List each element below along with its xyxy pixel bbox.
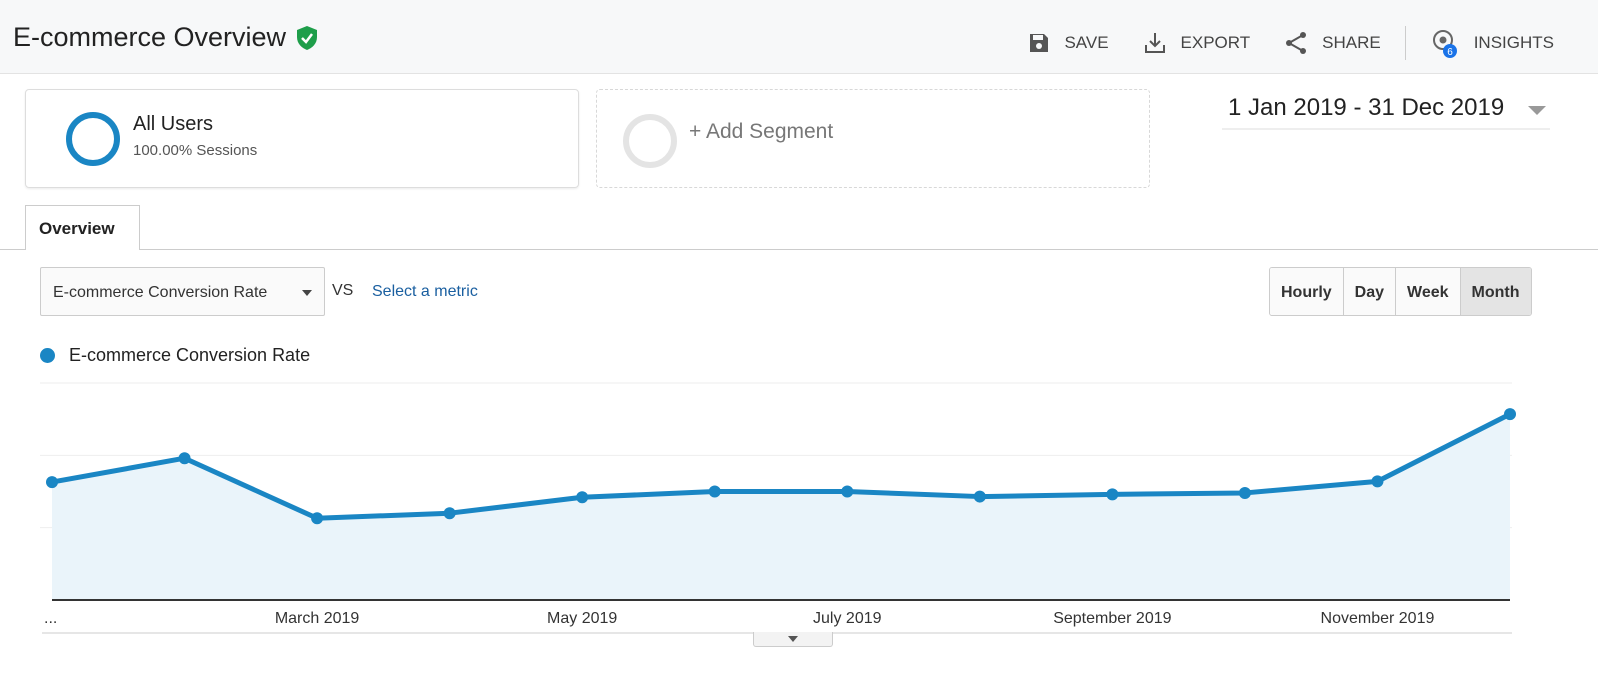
save-button[interactable]: SAVE: [1028, 32, 1109, 54]
series-area: [52, 414, 1510, 600]
segment-ring-icon: [66, 112, 120, 166]
data-point: [1106, 488, 1119, 501]
insights-label: INSIGHTS: [1473, 33, 1554, 52]
shield-check-icon: [297, 25, 318, 50]
granularity-hourly[interactable]: Hourly: [1270, 268, 1344, 315]
x-tick-label: ...: [44, 610, 57, 627]
x-tick-label: September 2019: [1053, 610, 1171, 627]
insights-button[interactable]: 6 INSIGHTS: [1430, 27, 1554, 59]
tab-divider: [0, 249, 1598, 250]
metric-selected: E-commerce Conversion Rate: [53, 284, 268, 301]
add-segment-button[interactable]: + Add Segment: [596, 89, 1150, 188]
download-icon: [1144, 33, 1165, 53]
select-metric-link[interactable]: Select a metric: [372, 283, 478, 301]
insights-icon: 6: [1432, 30, 1457, 58]
data-point: [1238, 486, 1251, 499]
date-range-text: 1 Jan 2019 - 31 Dec 2019: [1228, 94, 1505, 121]
granularity-day[interactable]: Day: [1343, 268, 1397, 315]
caret-down-icon: [302, 290, 312, 296]
metric-dropdown[interactable]: E-commerce Conversion Rate: [40, 267, 325, 316]
data-point: [1504, 408, 1516, 421]
x-tick-label: May 2019: [547, 610, 617, 627]
granularity-week[interactable]: Week: [1396, 268, 1461, 315]
data-point: [973, 490, 986, 503]
share-icon: [1286, 32, 1307, 54]
divider: [1404, 26, 1406, 60]
data-point: [178, 452, 191, 465]
title-text: E-commerce Overview: [13, 22, 287, 52]
share-label: SHARE: [1322, 33, 1381, 52]
insights-badge: 6: [1447, 47, 1453, 58]
data-point: [311, 512, 324, 525]
vs-label: VS: [332, 282, 354, 299]
export-label: EXPORT: [1180, 33, 1251, 52]
caret-down-icon: [1528, 106, 1546, 115]
chart-legend: E-commerce Conversion Rate: [40, 345, 310, 366]
export-button[interactable]: EXPORT: [1143, 31, 1251, 55]
granularity-month[interactable]: Month: [1460, 268, 1531, 315]
add-segment-label: + Add Segment: [689, 120, 834, 143]
x-tick-label: March 2019: [275, 610, 360, 627]
line-chart: ... March 2019 May 2019 July 2019 September …: [40, 382, 1516, 634]
x-tick-label: July 2019: [813, 610, 882, 627]
segment-name: All Users: [133, 113, 214, 135]
x-tick-label: November 2019: [1321, 610, 1435, 627]
segment-sessions: 100.00% Sessions: [133, 142, 258, 159]
chart-expand-handle[interactable]: [753, 632, 833, 647]
segment-all-users[interactable]: All Users 100.00% Sessions: [25, 89, 579, 188]
data-point: [708, 485, 721, 498]
page-header: E-commerce Overview SAVE EXPORT SHARE 6 …: [0, 0, 1598, 74]
data-point: [46, 476, 58, 489]
data-point: [576, 491, 589, 504]
empty-segment-ring-icon: [623, 114, 677, 168]
legend-dot: [40, 348, 55, 363]
save-label: SAVE: [1064, 33, 1109, 52]
save-icon: [1030, 34, 1049, 52]
tab-overview[interactable]: Overview: [25, 205, 140, 250]
legend-label: E-commerce Conversion Rate: [69, 345, 311, 365]
data-point: [443, 507, 456, 520]
data-point: [841, 485, 854, 498]
page-title: E-commerce Overview: [13, 22, 318, 53]
data-point: [1371, 475, 1384, 488]
granularity-toggle: Hourly Day Week Month: [1269, 267, 1532, 316]
share-button[interactable]: SHARE: [1284, 31, 1381, 55]
date-range-picker[interactable]: 1 Jan 2019 - 31 Dec 2019: [1222, 94, 1550, 130]
